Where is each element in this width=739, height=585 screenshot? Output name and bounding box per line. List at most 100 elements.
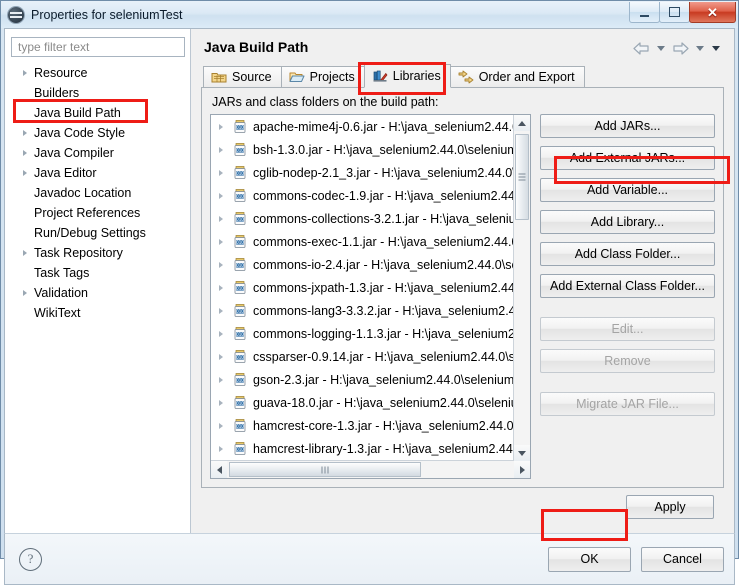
expand-arrow-icon[interactable]: [19, 250, 31, 256]
list-item-label: gson-2.3.jar - H:\java_selenium2.44.0\se…: [253, 372, 519, 387]
list-item-label: commons-codec-1.9.jar - H:\java_selenium…: [253, 188, 519, 203]
svg-text:010: 010: [236, 354, 244, 359]
sidebar-item-wikitext[interactable]: WikiText: [5, 303, 190, 323]
list-item[interactable]: 010 commons-lang3-3.3.2.jar - H:\java_se…: [211, 299, 530, 322]
expand-arrow-icon[interactable]: [219, 423, 232, 429]
expand-arrow-icon[interactable]: [219, 446, 232, 452]
expand-arrow-icon[interactable]: [219, 354, 232, 360]
tab-libraries[interactable]: Libraries: [363, 64, 451, 88]
hscroll-thumb[interactable]: [229, 462, 421, 477]
scroll-down-button[interactable]: [514, 445, 530, 461]
list-item-label: guava-18.0.jar - H:\java_selenium2.44.0\…: [253, 395, 522, 410]
sidebar-item-javadoc-location[interactable]: Javadoc Location: [5, 183, 190, 203]
list-item-label: commons-io-2.4.jar - H:\java_selenium2.4…: [253, 257, 519, 272]
expand-arrow-icon[interactable]: [219, 170, 232, 176]
sidebar-item-java-build-path[interactable]: Java Build Path: [5, 103, 190, 123]
forward-history-button[interactable]: [693, 39, 706, 57]
maximize-button[interactable]: [659, 2, 690, 23]
window-controls: ✕: [629, 2, 736, 23]
expand-arrow-icon[interactable]: [219, 377, 232, 383]
expand-arrow-icon[interactable]: [219, 124, 232, 130]
add-library-button[interactable]: Add Library...: [540, 210, 715, 234]
tab-source[interactable]: Source: [203, 66, 282, 88]
close-button[interactable]: ✕: [689, 2, 736, 23]
back-history-button[interactable]: [654, 39, 667, 57]
scroll-thumb[interactable]: [515, 134, 529, 220]
svg-text:010: 010: [236, 170, 244, 175]
expand-arrow-icon[interactable]: [219, 147, 232, 153]
add-class-folder-button[interactable]: Add Class Folder...: [540, 242, 715, 266]
scroll-track[interactable]: [514, 131, 530, 445]
list-item[interactable]: 010 commons-exec-1.1.jar - H:\java_selen…: [211, 230, 530, 253]
apply-button[interactable]: Apply: [626, 495, 714, 519]
expand-arrow-icon[interactable]: [219, 285, 232, 291]
jar-file-icon: 010: [232, 395, 248, 411]
search-input[interactable]: [16, 39, 180, 55]
sidebar-item-task-tags[interactable]: Task Tags: [5, 263, 190, 283]
help-question-icon[interactable]: ?: [19, 547, 42, 571]
list-item[interactable]: 010 commons-io-2.4.jar - H:\java_seleniu…: [211, 253, 530, 276]
scroll-up-button[interactable]: [514, 115, 530, 131]
jar-file-icon: 010: [232, 441, 248, 457]
list-item[interactable]: 010 hamcrest-core-1.3.jar - H:\java_sele…: [211, 414, 530, 437]
list-item[interactable]: 010 commons-codec-1.9.jar - H:\java_sele…: [211, 184, 530, 207]
scroll-right-button[interactable]: [514, 461, 530, 478]
list-item-label: cglib-nodep-2.1_3.jar - H:\java_selenium…: [253, 165, 522, 180]
sidebar-item-validation[interactable]: Validation: [5, 283, 190, 303]
sidebar-item-java-code-style[interactable]: Java Code Style: [5, 123, 190, 143]
sidebar-item-java-compiler[interactable]: Java Compiler: [5, 143, 190, 163]
expand-arrow-icon[interactable]: [219, 262, 232, 268]
list-item[interactable]: 010 guava-18.0.jar - H:\java_selenium2.4…: [211, 391, 530, 414]
expand-arrow-icon[interactable]: [19, 150, 31, 156]
sidebar-item-project-references[interactable]: Project References: [5, 203, 190, 223]
list-item[interactable]: 010 commons-jxpath-1.3.jar - H:\java_sel…: [211, 276, 530, 299]
forward-button[interactable]: [670, 39, 690, 57]
add-jars-button[interactable]: Add JARs...: [540, 114, 715, 138]
expand-arrow-icon[interactable]: [19, 290, 31, 296]
tab-order-and-export[interactable]: Order and Export: [449, 66, 585, 88]
list-item[interactable]: 010 commons-collections-3.2.1.jar - H:\j…: [211, 207, 530, 230]
expand-arrow-icon[interactable]: [219, 400, 232, 406]
chevron-down-icon: [656, 45, 665, 51]
sidebar-item-resource[interactable]: Resource: [5, 63, 190, 83]
page-overflow-button[interactable]: [709, 39, 722, 57]
apply-row: Apply: [201, 488, 724, 527]
sidebar-item-java-editor[interactable]: Java Editor: [5, 163, 190, 183]
expand-arrow-icon[interactable]: [219, 216, 232, 222]
back-button[interactable]: [631, 39, 651, 57]
list-item[interactable]: 010 gson-2.3.jar - H:\java_selenium2.44.…: [211, 368, 530, 391]
list-item[interactable]: 010 commons-logging-1.1.3.jar - H:\java_…: [211, 322, 530, 345]
cancel-button[interactable]: Cancel: [641, 546, 724, 572]
add-external-jars-button[interactable]: Add External JARs...: [540, 146, 715, 170]
jar-list-vertical-scrollbar[interactable]: [513, 115, 530, 461]
jar-list-horizontal-scrollbar[interactable]: [211, 460, 530, 478]
jar-list[interactable]: 010 apache-mime4j-0.6.jar - H:\java_sele…: [210, 114, 531, 479]
list-item[interactable]: 010 apache-mime4j-0.6.jar - H:\java_sele…: [211, 115, 530, 138]
expand-arrow-icon[interactable]: [219, 331, 232, 337]
list-item[interactable]: 010 bsh-1.3.0.jar - H:\java_selenium2.44…: [211, 138, 530, 161]
tab-projects[interactable]: Projects: [280, 66, 365, 88]
svg-text:010: 010: [236, 377, 244, 382]
sidebar-item-builders[interactable]: Builders: [5, 83, 190, 103]
expand-arrow-icon[interactable]: [19, 70, 31, 76]
expand-arrow-icon[interactable]: [219, 308, 232, 314]
expand-arrow-icon[interactable]: [19, 170, 31, 176]
sidebar-item-run-debug-settings[interactable]: Run/Debug Settings: [5, 223, 190, 243]
sidebar-item-task-repository[interactable]: Task Repository: [5, 243, 190, 263]
list-item[interactable]: 010 cglib-nodep-2.1_3.jar - H:\java_sele…: [211, 161, 530, 184]
expand-arrow-icon[interactable]: [219, 239, 232, 245]
list-item[interactable]: 010 hamcrest-library-1.3.jar - H:\java_s…: [211, 437, 530, 460]
minimize-button[interactable]: [629, 2, 660, 23]
jar-list-rows: 010 apache-mime4j-0.6.jar - H:\java_sele…: [211, 115, 530, 460]
sidebar-item-label: Java Compiler: [34, 146, 114, 160]
add-variable-button[interactable]: Add Variable...: [540, 178, 715, 202]
page-navigation: [631, 39, 722, 57]
expand-arrow-icon[interactable]: [19, 130, 31, 136]
hscroll-track[interactable]: [227, 461, 514, 478]
ok-button[interactable]: OK: [548, 546, 631, 572]
filter-box[interactable]: [11, 37, 185, 57]
add-external-class-folder-button[interactable]: Add External Class Folder...: [540, 274, 715, 298]
expand-arrow-icon[interactable]: [219, 193, 232, 199]
scroll-left-button[interactable]: [211, 461, 227, 478]
list-item[interactable]: 010 cssparser-0.9.14.jar - H:\java_selen…: [211, 345, 530, 368]
